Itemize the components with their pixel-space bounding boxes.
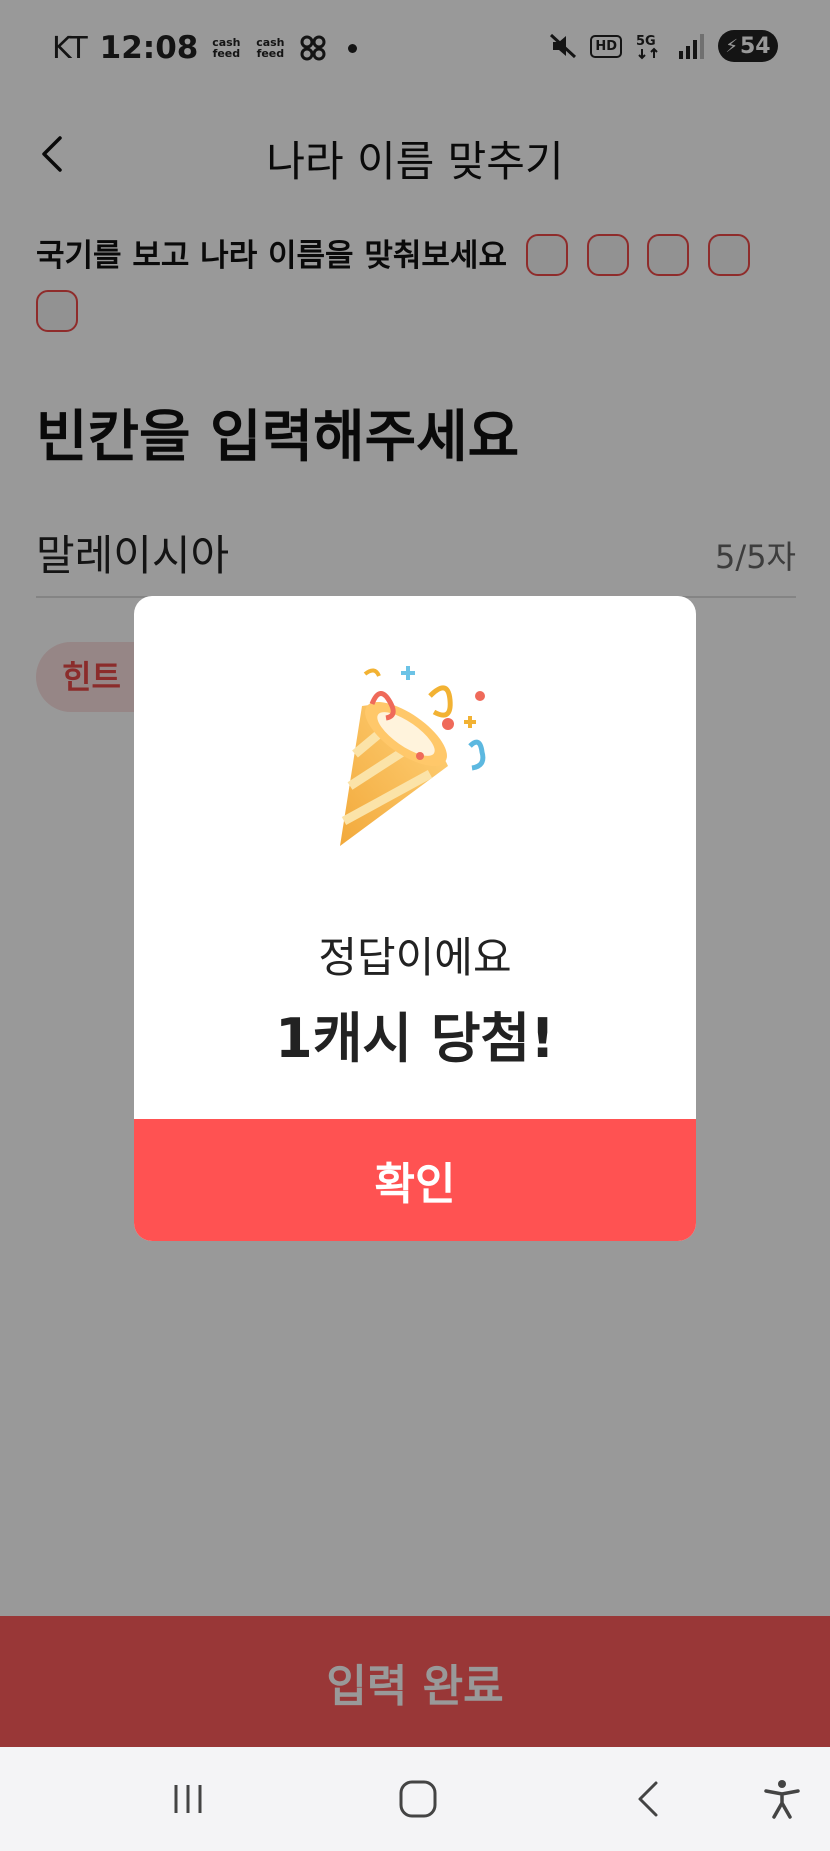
- result-dialog: 정답이에요 1캐시 당첨! 확인: [134, 596, 696, 1241]
- confirm-label: 확인: [374, 1159, 456, 1210]
- party-popper-icon: [340, 666, 486, 846]
- dialog-prize: 1캐시 당첨!: [275, 1007, 555, 1070]
- system-navigation-bar: [0, 1747, 830, 1851]
- back-nav-icon[interactable]: [628, 1777, 672, 1821]
- confirm-button[interactable]: 확인: [134, 1119, 696, 1241]
- dialog-message: 정답이에요: [318, 933, 512, 982]
- home-icon[interactable]: [396, 1777, 440, 1821]
- accessibility-icon[interactable]: [760, 1777, 804, 1821]
- recent-apps-icon[interactable]: [166, 1777, 210, 1821]
- screen: KT 12:08 cash feed cash feed HD 5G ⚡ 54 …: [0, 0, 830, 1851]
